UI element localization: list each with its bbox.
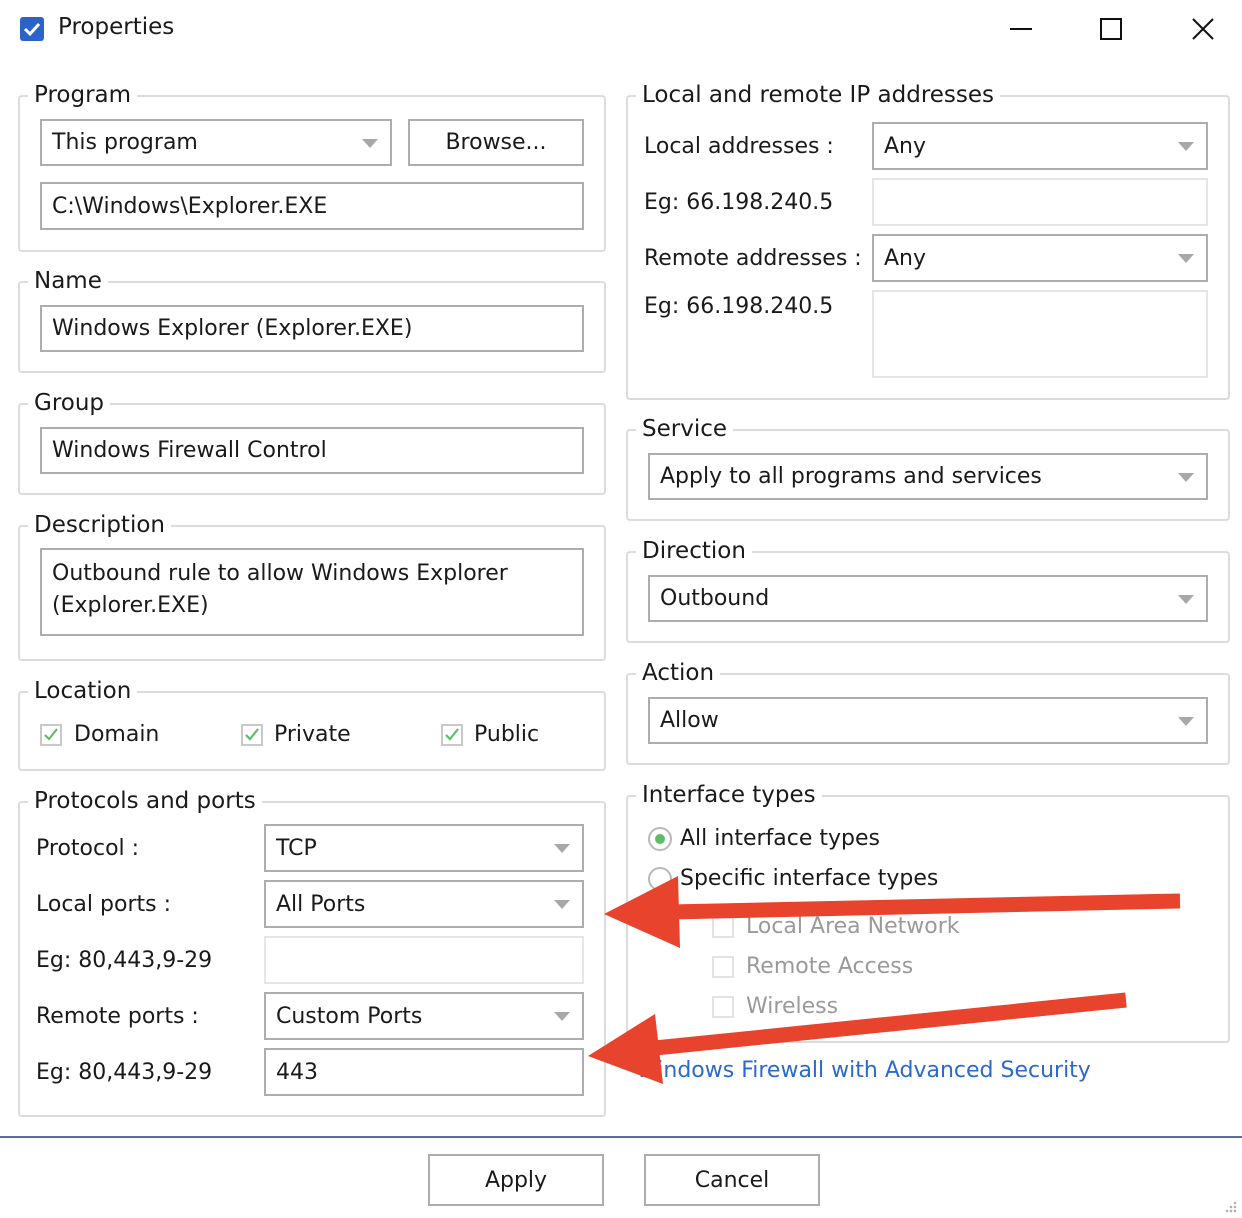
program-group-label: Program xyxy=(28,82,138,108)
description-group-label: Description xyxy=(28,512,171,538)
close-button[interactable] xyxy=(1180,8,1226,48)
public-label: Public xyxy=(474,722,540,747)
app-checkbox-icon xyxy=(20,17,44,41)
name-input[interactable]: Windows Explorer (Explorer.EXE) xyxy=(40,305,584,352)
remote-addresses-custom-input[interactable] xyxy=(872,290,1208,378)
remote-addresses-value: Any xyxy=(884,245,927,271)
minimize-icon xyxy=(1010,28,1032,30)
cancel-button[interactable]: Cancel xyxy=(644,1154,820,1206)
window-title: Properties xyxy=(58,14,175,40)
local-addresses-select[interactable]: Any xyxy=(872,122,1208,170)
local-ports-select[interactable]: All Ports xyxy=(264,880,584,928)
action-value: Allow xyxy=(660,708,719,733)
local-addresses-label: Local addresses : xyxy=(644,134,834,159)
chevron-down-icon xyxy=(1178,472,1194,482)
specific-interfaces-label: Specific interface types xyxy=(680,866,939,891)
local-ports-custom-input[interactable] xyxy=(264,936,584,984)
remote-ports-custom-input[interactable]: 443 xyxy=(264,1048,584,1096)
apply-button[interactable]: Apply xyxy=(428,1154,604,1206)
lan-label: Local Area Network xyxy=(746,914,960,939)
service-group-label: Service xyxy=(636,416,734,442)
rule-group-value: Windows Firewall Control xyxy=(52,438,327,463)
description-value: Outbound rule to allow Windows Explorer … xyxy=(52,561,508,618)
remote-access-label: Remote Access xyxy=(746,954,914,979)
chevron-down-icon xyxy=(1178,254,1194,263)
interface-types-group-label: Interface types xyxy=(636,782,822,808)
remote-ports-select[interactable]: Custom Ports xyxy=(264,992,584,1040)
remote-access-checkbox[interactable] xyxy=(712,956,734,978)
remote-addresses-example: Eg: 66.198.240.5 xyxy=(644,294,834,319)
all-interfaces-radio[interactable] xyxy=(648,827,672,851)
program-path-input[interactable]: C:\Windows\Explorer.EXE xyxy=(40,182,584,230)
domain-label: Domain xyxy=(74,722,160,747)
remote-ports-value: Custom Ports xyxy=(276,1003,423,1029)
domain-checkbox[interactable] xyxy=(40,724,62,746)
program-path-value: C:\Windows\Explorer.EXE xyxy=(52,193,328,219)
name-value: Windows Explorer (Explorer.EXE) xyxy=(52,316,413,341)
public-checkbox[interactable] xyxy=(441,724,463,746)
service-value: Apply to all programs and services xyxy=(660,464,1042,489)
minimize-button[interactable] xyxy=(998,8,1044,48)
addresses-group-label: Local and remote IP addresses xyxy=(636,82,1001,108)
browse-button[interactable]: Browse... xyxy=(408,119,584,166)
maximize-button[interactable] xyxy=(1088,8,1134,48)
direction-value: Outbound xyxy=(660,586,770,611)
advanced-security-link[interactable]: Windows Firewall with Advanced Security xyxy=(636,1058,1091,1083)
protocol-label: Protocol : xyxy=(36,836,140,861)
action-select[interactable]: Allow xyxy=(648,697,1208,744)
description-textarea[interactable]: Outbound rule to allow Windows Explorer … xyxy=(40,548,584,636)
local-addresses-example: Eg: 66.198.240.5 xyxy=(644,190,834,215)
wireless-label: Wireless xyxy=(746,994,839,1019)
remote-ports-label: Remote ports : xyxy=(36,1004,199,1029)
check-icon xyxy=(445,728,459,741)
remote-ports-example: Eg: 80,443,9-29 xyxy=(36,1060,213,1085)
program-mode-value: This program xyxy=(52,130,198,155)
specific-interfaces-radio[interactable] xyxy=(648,867,672,891)
chevron-down-icon xyxy=(554,1012,570,1021)
close-icon xyxy=(1192,18,1214,40)
check-icon xyxy=(44,728,58,741)
service-select[interactable]: Apply to all programs and services xyxy=(648,453,1208,500)
program-mode-select[interactable]: This program xyxy=(40,119,392,166)
remote-addresses-label: Remote addresses : xyxy=(644,246,862,271)
local-ports-example: Eg: 80,443,9-29 xyxy=(36,948,213,973)
chevron-down-icon xyxy=(554,844,570,853)
protocols-group-label: Protocols and ports xyxy=(28,788,262,814)
local-ports-value: All Ports xyxy=(276,891,366,917)
radio-selected-dot xyxy=(655,834,665,844)
chevron-down-icon xyxy=(1178,594,1194,604)
chevron-down-icon xyxy=(554,900,570,909)
rule-group-label: Group xyxy=(28,390,111,416)
check-icon xyxy=(245,728,259,741)
footer-divider xyxy=(0,1136,1242,1138)
protocol-select[interactable]: TCP xyxy=(264,824,584,872)
remote-ports-custom-value: 443 xyxy=(276,1059,318,1085)
chevron-down-icon xyxy=(1178,142,1194,151)
private-checkbox[interactable] xyxy=(241,724,263,746)
rule-group-input[interactable]: Windows Firewall Control xyxy=(40,427,584,474)
local-addresses-value: Any xyxy=(884,133,927,159)
local-addresses-custom-input[interactable] xyxy=(872,178,1208,226)
maximize-icon xyxy=(1100,18,1122,40)
direction-select[interactable]: Outbound xyxy=(648,575,1208,622)
chevron-down-icon xyxy=(1178,716,1194,726)
lan-checkbox[interactable] xyxy=(712,916,734,938)
name-group-label: Name xyxy=(28,268,108,294)
all-interfaces-label: All interface types xyxy=(680,826,880,851)
chevron-down-icon xyxy=(362,138,378,148)
direction-group-label: Direction xyxy=(636,538,752,564)
private-label: Private xyxy=(274,722,351,747)
local-ports-label: Local ports : xyxy=(36,892,171,917)
title-bar: Properties xyxy=(0,0,1242,60)
resize-grip-icon[interactable] xyxy=(1222,1200,1238,1216)
remote-addresses-select[interactable]: Any xyxy=(872,234,1208,282)
action-group-label: Action xyxy=(636,660,721,686)
location-group-label: Location xyxy=(28,678,138,704)
protocol-value: TCP xyxy=(276,835,317,861)
wireless-checkbox[interactable] xyxy=(712,996,734,1018)
